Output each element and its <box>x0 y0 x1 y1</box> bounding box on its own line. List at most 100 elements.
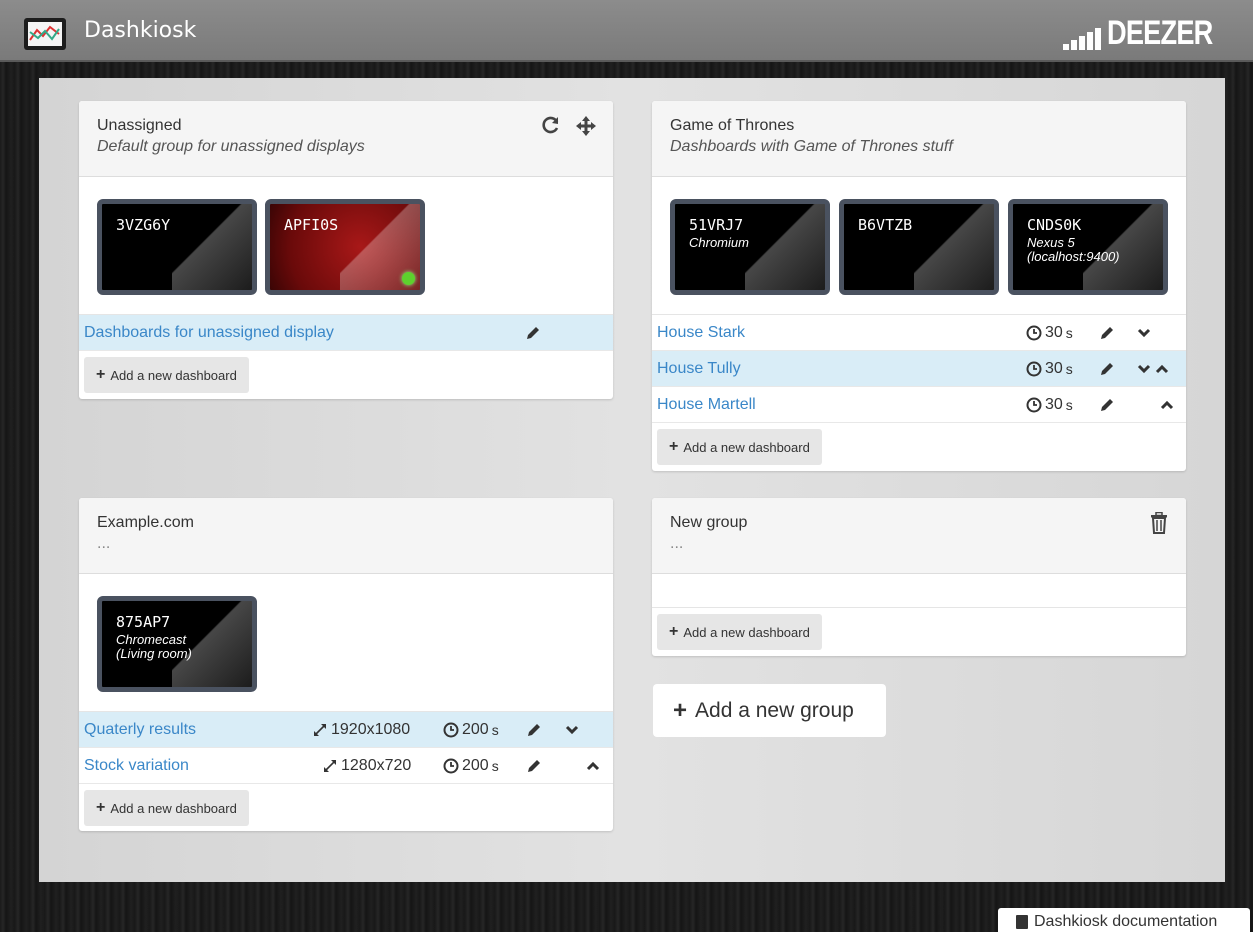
group-panel-game-of-thrones: Game of Thrones Dashboards with Game of … <box>652 101 1186 471</box>
dashboard-url[interactable]: Dashboards for unassigned display <box>84 324 334 342</box>
timeout-value: 30 <box>1045 324 1063 341</box>
display-name: APFI0S <box>284 216 339 234</box>
display-description: Chromium <box>689 235 749 250</box>
timeout[interactable]: 30 s <box>1026 396 1073 414</box>
timeout-unit: s <box>1065 397 1073 413</box>
resize-icon <box>324 760 336 772</box>
pencil-icon[interactable] <box>525 325 541 341</box>
chevron-down-icon[interactable] <box>1137 363 1151 375</box>
app-title: Dashkiosk <box>84 18 197 43</box>
add-group-label: Add a new group <box>695 698 854 722</box>
chevron-up-icon[interactable] <box>1160 399 1174 411</box>
timeout[interactable]: 200 s <box>443 721 499 739</box>
display-tile[interactable]: 51VRJ7 Chromium <box>670 199 830 295</box>
viewport-value: 1920x1080 <box>331 721 411 738</box>
app-logo-icon <box>24 18 66 50</box>
group-description[interactable]: ... <box>670 535 1168 553</box>
clock-icon <box>1026 397 1042 413</box>
display-name: 3VZG6Y <box>116 216 171 234</box>
display-tile[interactable]: APFI0S <box>265 199 425 295</box>
clock-icon <box>443 758 459 774</box>
group-panel-example-com: Example.com ... 875AP7 Chromecast (Livin… <box>79 498 613 831</box>
brand-logo: DEEZER <box>1063 14 1239 50</box>
viewport[interactable]: 1280x720 <box>322 757 411 775</box>
plus-icon: + <box>96 799 106 816</box>
dashboard-row[interactable]: House Martell 30 s <box>652 387 1186 423</box>
dashboard-url[interactable]: Stock variation <box>84 757 189 775</box>
clock-icon <box>1026 361 1042 377</box>
top-bar: Dashkiosk DEEZER <box>0 0 1253 62</box>
display-name: CNDS0K <box>1027 216 1082 234</box>
viewport[interactable]: 1920x1080 <box>312 721 410 739</box>
add-dashboard-button[interactable]: + Add a new dashboard <box>84 790 249 826</box>
group-title[interactable]: Unassigned <box>97 117 595 135</box>
add-dashboard-label: Add a new dashboard <box>683 439 810 455</box>
group-title[interactable]: Example.com <box>97 514 595 532</box>
move-icon[interactable] <box>575 115 597 137</box>
timeout-value: 200 <box>462 721 489 738</box>
add-dashboard-label: Add a new dashboard <box>110 367 237 383</box>
group-description[interactable]: Dashboards with Game of Thrones stuff <box>670 138 1168 156</box>
dashboard-row[interactable]: House Stark 30 s <box>652 315 1186 351</box>
timeout-unit: s <box>1065 361 1073 377</box>
add-group-button[interactable]: + Add a new group <box>653 684 886 737</box>
display-description: Nexus 5 (localhost:9400) <box>1027 235 1120 264</box>
clock-icon <box>443 722 459 738</box>
timeout-value: 30 <box>1045 396 1063 413</box>
resize-icon <box>314 724 326 736</box>
add-dashboard-button[interactable]: + Add a new dashboard <box>657 614 822 650</box>
group-title[interactable]: New group <box>670 514 1168 532</box>
dashboard-url[interactable]: House Stark <box>657 324 745 342</box>
timeout-unit: s <box>491 722 499 738</box>
group-header: New group ... <box>652 498 1186 574</box>
display-tile[interactable]: 875AP7 Chromecast (Living room) <box>97 596 257 692</box>
display-description: Chromecast (Living room) <box>116 632 192 661</box>
chevron-up-icon[interactable] <box>1155 363 1169 375</box>
group-description[interactable]: ... <box>97 535 595 553</box>
chevron-down-icon[interactable] <box>1137 327 1151 339</box>
display-name: B6VTZB <box>858 216 913 234</box>
dashboard-url[interactable]: House Martell <box>657 396 756 414</box>
pencil-icon[interactable] <box>1099 397 1115 413</box>
clock-icon <box>1026 325 1042 341</box>
timeout-unit: s <box>1065 325 1073 341</box>
pencil-icon[interactable] <box>526 758 542 774</box>
display-tile[interactable]: B6VTZB <box>839 199 999 295</box>
timeout[interactable]: 30 s <box>1026 324 1073 342</box>
display-tile[interactable]: CNDS0K Nexus 5 (localhost:9400) <box>1008 199 1168 295</box>
documentation-label: Dashkiosk documentation <box>1034 913 1218 930</box>
brand-bars-icon <box>1063 28 1102 50</box>
add-dashboard-button[interactable]: + Add a new dashboard <box>657 429 822 465</box>
group-header: Unassigned Default group for unassigned … <box>79 101 613 177</box>
add-dashboard-button[interactable]: + Add a new dashboard <box>84 357 249 393</box>
dashboard-row[interactable]: Quaterly results 1920x1080 200 s <box>79 712 613 748</box>
pencil-icon[interactable] <box>1099 361 1115 377</box>
display-tile[interactable]: 3VZG6Y <box>97 199 257 295</box>
pencil-icon[interactable] <box>526 722 542 738</box>
documentation-link[interactable]: Dashkiosk documentation <box>998 908 1250 932</box>
group-panel-new-group: New group ... + Add a new dashboard <box>652 498 1186 656</box>
trash-icon[interactable] <box>1150 512 1168 534</box>
online-indicator <box>402 272 415 285</box>
timeout-unit: s <box>491 758 499 774</box>
chevron-up-icon[interactable] <box>586 760 600 772</box>
refresh-icon[interactable] <box>541 115 561 137</box>
dashboard-row[interactable]: Stock variation 1280x720 200 s <box>79 748 613 784</box>
dashboard-url[interactable]: Quaterly results <box>84 721 196 739</box>
timeout[interactable]: 200 s <box>443 757 499 775</box>
timeout[interactable]: 30 s <box>1026 360 1073 378</box>
dashboard-row[interactable]: Dashboards for unassigned display <box>79 315 613 351</box>
dashboard-url[interactable]: House Tully <box>657 360 741 378</box>
dashboard-row[interactable]: House Tully 30 s <box>652 351 1186 387</box>
timeout-value: 200 <box>462 757 489 774</box>
plus-icon: + <box>669 438 679 455</box>
group-description[interactable]: Default group for unassigned displays <box>97 138 595 156</box>
chevron-down-icon[interactable] <box>565 724 579 736</box>
displays-area: 51VRJ7 Chromium B6VTZB CNDS0K Nexus 5 (l… <box>652 177 1186 315</box>
group-title[interactable]: Game of Thrones <box>670 117 1168 135</box>
viewport-value: 1280x720 <box>341 757 412 774</box>
displays-area: 875AP7 Chromecast (Living room) <box>79 574 613 712</box>
display-name: 51VRJ7 <box>689 216 744 234</box>
displays-area <box>652 574 1186 608</box>
pencil-icon[interactable] <box>1099 325 1115 341</box>
